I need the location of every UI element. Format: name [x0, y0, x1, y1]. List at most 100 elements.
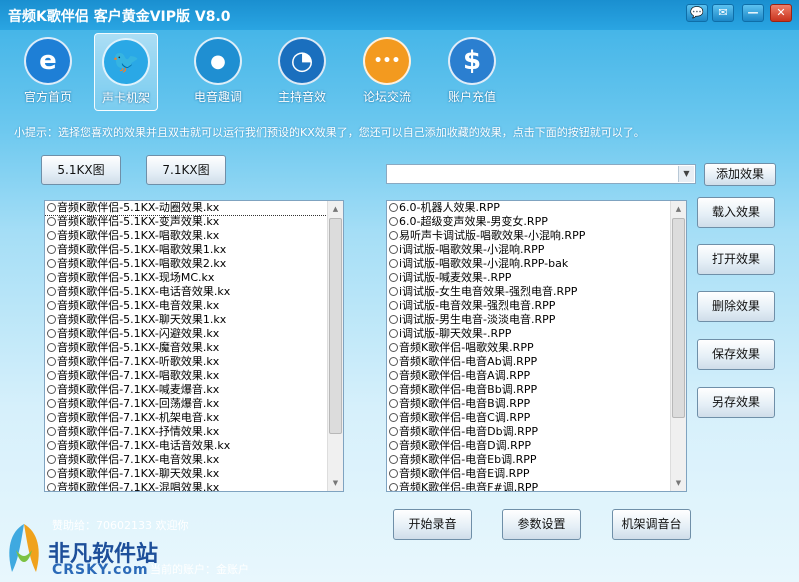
radio-icon[interactable] [389, 287, 398, 296]
radio-icon[interactable] [389, 455, 398, 464]
radio-icon[interactable] [389, 231, 398, 240]
rpp-effect-list[interactable]: 6.0-机器人效果.RPP 6.0-超级变声效果-男变女.RPP 易听声卡调试版-唱… [386, 200, 687, 492]
radio-icon[interactable] [47, 217, 56, 226]
list-item[interactable]: 音频K歌伴侣-7.1KX-机架电音.kx [45, 411, 343, 425]
radio-icon[interactable] [47, 203, 56, 212]
list-item[interactable]: 6.0-超级变声效果-男变女.RPP [387, 215, 686, 229]
list-item[interactable]: 音频K歌伴侣-7.1KX-回荡爆音.kx [45, 397, 343, 411]
scroll-up-icon[interactable]: ▲ [328, 201, 343, 217]
list-item[interactable]: 音频K歌伴侣-电音Ab调.RPP [387, 355, 686, 369]
list-item[interactable]: 音频K歌伴侣-5.1KX-唱歌效果1.kx [45, 243, 343, 257]
radio-icon[interactable] [47, 413, 56, 422]
open-effect-button[interactable]: 打开效果 [697, 244, 775, 275]
scroll-up-icon[interactable]: ▲ [671, 201, 686, 217]
save-as-effect-button[interactable]: 另存效果 [697, 387, 775, 418]
radio-icon[interactable] [47, 315, 56, 324]
scroll-thumb[interactable] [329, 218, 342, 434]
radio-icon[interactable] [389, 385, 398, 394]
list-item[interactable]: 音频K歌伴侣-5.1KX-聊天效果1.kx [45, 313, 343, 327]
list-item[interactable]: 音频K歌伴侣-5.1KX-动圈效果.kx [45, 201, 343, 216]
list-item[interactable]: i调试版-喊麦效果-.RPP [387, 271, 686, 285]
list-item[interactable]: i调试版-电音效果-强烈电音.RPP [387, 299, 686, 313]
list-item[interactable]: 音频K歌伴侣-电音D调.RPP [387, 439, 686, 453]
radio-icon[interactable] [389, 217, 398, 226]
scroll-thumb[interactable] [672, 218, 685, 418]
list-item[interactable]: 6.0-机器人效果.RPP [387, 201, 686, 215]
list-item[interactable]: i调试版-聊天效果-.RPP [387, 327, 686, 341]
radio-icon[interactable] [47, 441, 56, 450]
list-item[interactable]: i调试版-女生电音效果-强烈电音.RPP [387, 285, 686, 299]
radio-icon[interactable] [389, 357, 398, 366]
radio-icon[interactable] [47, 385, 56, 394]
list-item[interactable]: 音频K歌伴侣-7.1KX-聊天效果.kx [45, 467, 343, 481]
add-effect-button[interactable]: 添加效果 [704, 163, 776, 186]
radio-icon[interactable] [389, 399, 398, 408]
mail-icon[interactable]: ✉ [712, 4, 734, 22]
list-item[interactable]: 音频K歌伴侣-7.1KX-听歌效果.kx [45, 355, 343, 369]
list-item[interactable]: 音频K歌伴侣-电音B调.RPP [387, 397, 686, 411]
chevron-down-icon[interactable]: ▼ [678, 166, 694, 182]
list-item[interactable]: 音频K歌伴侣-7.1KX-电音效果.kx [45, 453, 343, 467]
list-item[interactable]: 音频K歌伴侣-电音Eb调.RPP [387, 453, 686, 467]
list-item[interactable]: 音频K歌伴侣-7.1KX-电话音效果.kx [45, 439, 343, 453]
list-item[interactable]: 音频K歌伴侣-5.1KX-唱歌效果2.kx [45, 257, 343, 271]
radio-icon[interactable] [389, 329, 398, 338]
list-item[interactable]: i调试版-唱歌效果-小混响.RPP [387, 243, 686, 257]
radio-icon[interactable] [47, 469, 56, 478]
list-item[interactable]: i调试版-男生电音-淡淡电音.RPP [387, 313, 686, 327]
list-item[interactable]: 音频K歌伴侣-5.1KX-电音效果.kx [45, 299, 343, 313]
list-item[interactable]: i调试版-唱歌效果-小混响.RPP-bak [387, 257, 686, 271]
list-item[interactable]: 音频K歌伴侣-5.1KX-魔音效果.kx [45, 341, 343, 355]
kx51-diagram-button[interactable]: 5.1KX图 [41, 155, 121, 185]
nav-forum[interactable]: ••• 论坛交流 [355, 33, 419, 111]
nav-electro-tune[interactable]: ● 电音趣调 [186, 33, 250, 111]
list-item[interactable]: 音频K歌伴侣-5.1KX-闪避效果.kx [45, 327, 343, 341]
list-item[interactable]: 音频K歌伴侣-电音Bb调.RPP [387, 383, 686, 397]
radio-icon[interactable] [47, 259, 56, 268]
close-button[interactable]: ✕ [770, 4, 792, 22]
radio-icon[interactable] [389, 245, 398, 254]
list-item[interactable]: 音频K歌伴侣-电音F#调.RPP [387, 481, 686, 491]
minimize-button[interactable]: — [742, 4, 764, 22]
radio-icon[interactable] [389, 427, 398, 436]
radio-icon[interactable] [389, 413, 398, 422]
radio-icon[interactable] [389, 343, 398, 352]
radio-icon[interactable] [389, 301, 398, 310]
radio-icon[interactable] [389, 371, 398, 380]
list-item[interactable]: 音频K歌伴侣-5.1KX-变声效果.kx [45, 215, 343, 229]
list-item[interactable]: 音频K歌伴侣-5.1KX-唱歌效果.kx [45, 229, 343, 243]
kx-effect-list[interactable]: 音频K歌伴侣-5.1KX-动圈效果.kx 音频K歌伴侣-5.1KX-变声效果.kx… [44, 200, 344, 492]
list-item[interactable]: 音频K歌伴侣-唱歌效果.RPP [387, 341, 686, 355]
radio-icon[interactable] [47, 455, 56, 464]
list-item[interactable]: 音频K歌伴侣-7.1KX-混唱效果.kx [45, 481, 343, 491]
scrollbar[interactable]: ▲ ▼ [670, 201, 686, 491]
radio-icon[interactable] [389, 315, 398, 324]
scroll-down-icon[interactable]: ▼ [328, 475, 343, 491]
radio-icon[interactable] [47, 483, 56, 491]
scroll-down-icon[interactable]: ▼ [671, 475, 686, 491]
save-effect-button[interactable]: 保存效果 [697, 339, 775, 370]
list-item[interactable]: 音频K歌伴侣-电音Db调.RPP [387, 425, 686, 439]
list-item[interactable]: 音频K歌伴侣-电音A调.RPP [387, 369, 686, 383]
radio-icon[interactable] [47, 287, 56, 296]
rack-console-button[interactable]: 机架调音台 [612, 509, 691, 540]
load-effect-button[interactable]: 载入效果 [697, 197, 775, 228]
list-item[interactable]: 音频K歌伴侣-5.1KX-现场MC.kx [45, 271, 343, 285]
radio-icon[interactable] [47, 245, 56, 254]
radio-icon[interactable] [47, 301, 56, 310]
list-item[interactable]: 音频K歌伴侣-5.1KX-电话音效果.kx [45, 285, 343, 299]
effect-select[interactable]: ▼ [386, 164, 696, 184]
nav-host-effects[interactable]: ◔ 主持音效 [270, 33, 334, 111]
list-item[interactable]: 音频K歌伴侣-7.1KX-唱歌效果.kx [45, 369, 343, 383]
list-item[interactable]: 音频K歌伴侣-电音E调.RPP [387, 467, 686, 481]
nav-home[interactable]: e 官方首页 [16, 33, 80, 111]
radio-icon[interactable] [47, 329, 56, 338]
radio-icon[interactable] [47, 343, 56, 352]
radio-icon[interactable] [389, 273, 398, 282]
nav-sound-card-rack[interactable]: 🐦 声卡机架 [94, 33, 158, 111]
scrollbar[interactable]: ▲ ▼ [327, 201, 343, 491]
list-item[interactable]: 音频K歌伴侣-电音C调.RPP [387, 411, 686, 425]
list-item[interactable]: 音频K歌伴侣-7.1KX-喊麦爆音.kx [45, 383, 343, 397]
kx71-diagram-button[interactable]: 7.1KX图 [146, 155, 226, 185]
radio-icon[interactable] [389, 259, 398, 268]
